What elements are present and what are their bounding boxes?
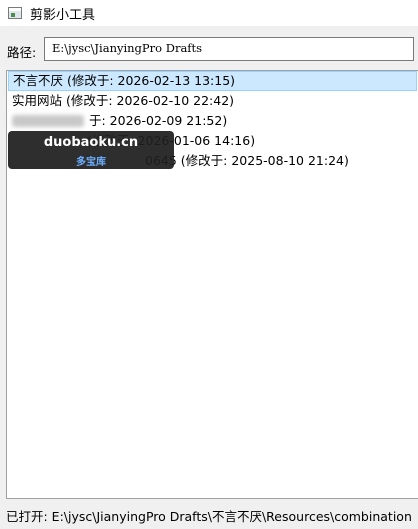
path-label: 路径: [7,45,37,60]
watermark-subtitle: 多宝库 [76,157,106,168]
app-window: 剪影小工具 路径: E:\jysc\JianyingPro Drafts 不言不… [0,0,418,529]
status-text: 已打开: E:\jysc\JianyingPro Drafts\不言不厌\Res… [6,509,412,524]
path-input[interactable]: E:\jysc\JianyingPro Drafts [44,37,414,61]
draft-item-bu-yan-bu-yan[interactable]: 不言不厌 (修改于: 2026-02-13 13:15) [8,71,417,91]
draft-item-shi-yong-wang-zhan[interactable]: 实用网站 (修改于: 2026-02-10 22:42) [7,91,418,111]
draft-item-obscured-1[interactable]: 于: 2026-02-09 21:52) [7,111,418,131]
draft-item-label: 于: 2026-02-09 21:52) [89,113,228,128]
blurred-text [12,115,84,127]
draft-item-label: 0645 (修改于: 2025-08-10 21:24) [145,153,349,168]
path-row: 路径: E:\jysc\JianyingPro Drafts [0,26,418,70]
watermark-overlay: duobaoku.cn 多宝库 [8,131,174,169]
status-bar: 已打开: E:\jysc\JianyingPro Drafts\不言不厌\Res… [0,505,418,529]
watermark-domain: duobaoku.cn [43,135,139,150]
window-title: 剪影小工具 [30,7,96,23]
draft-item-label: 实用网站 (修改于: 2026-02-10 22:42) [12,93,235,108]
title-bar: 剪影小工具 [0,0,418,26]
app-window-icon [8,7,22,19]
draft-item-label: 不言不厌 (修改于: 2026-02-13 13:15) [13,73,236,88]
